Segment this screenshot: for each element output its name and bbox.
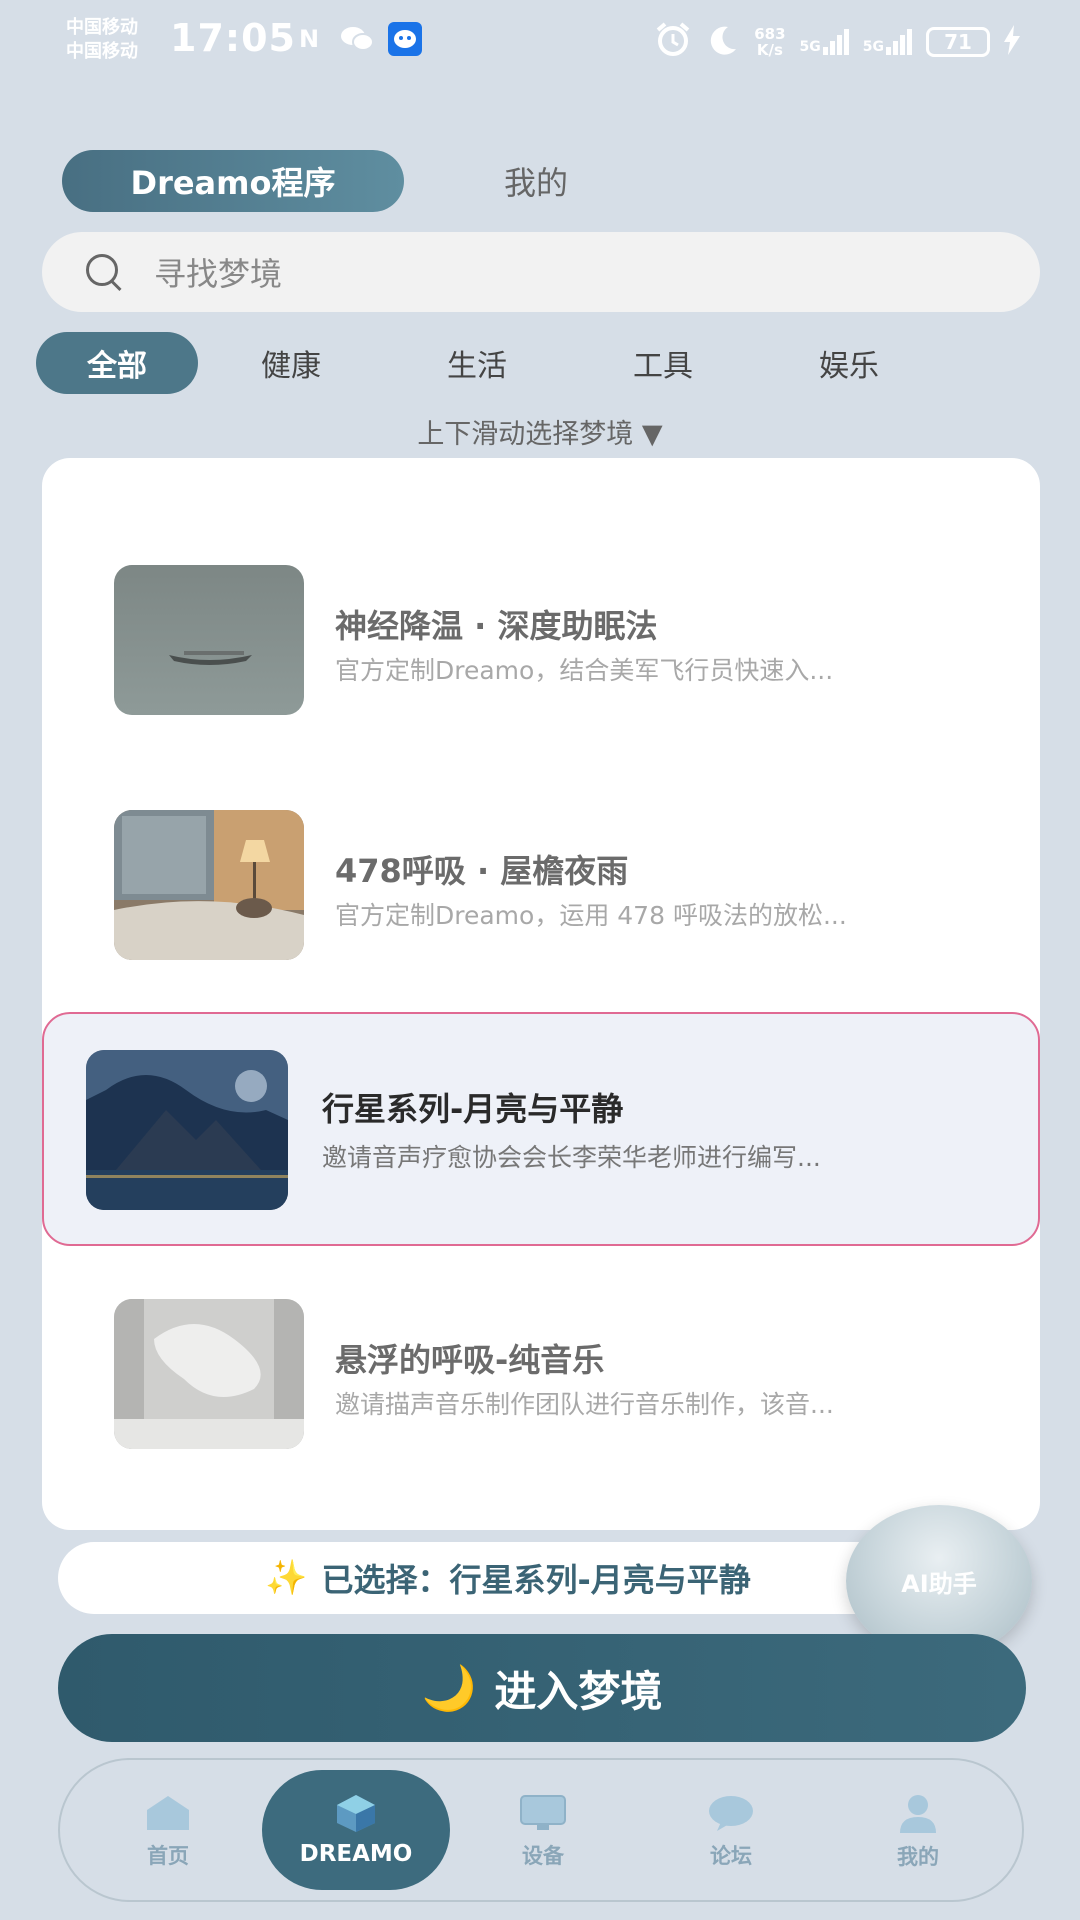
dream-thumbnail-bedroom <box>114 810 304 960</box>
nav-dreamo-label: DREAMO <box>299 1841 413 1867</box>
dream-description: 官方定制Dreamo，结合美军飞行员快速入... <box>335 656 834 685</box>
moon-icon: 🌙 <box>421 1663 477 1714</box>
dream-item-1[interactable]: 神经降温 · 深度助眠法 官方定制Dreamo，结合美军飞行员快速入... <box>42 565 1040 715</box>
category-tabs: 全部 健康 生活 工具 娱乐 <box>36 332 942 394</box>
category-all[interactable]: 全部 <box>36 332 198 394</box>
clock: 17:05 <box>170 16 296 60</box>
nav-device-label: 设备 <box>522 1844 564 1868</box>
app-notification-icon <box>388 22 422 56</box>
dream-title: 478呼吸 · 屋檐夜雨 <box>335 852 629 890</box>
status-bar: 中国移动 中国移动 17:05 N 683 K/s 5G 5G 71 <box>0 0 1080 80</box>
battery-icon: 71 <box>926 27 990 57</box>
signal-icon-2: 5G <box>863 29 912 55</box>
dream-list[interactable]: 神经降温 · 深度助眠法 官方定制Dreamo，结合美军飞行员快速入... 47… <box>42 458 1040 1530</box>
tab-mine[interactable]: 我的 <box>504 158 568 204</box>
bottom-nav: 首页 DREAMO 设备 论坛 我的 <box>58 1758 1024 1902</box>
monitor-icon <box>520 1795 566 1830</box>
category-health[interactable]: 健康 <box>198 341 384 385</box>
enter-dream-button[interactable]: 🌙 进入梦境 <box>58 1634 1026 1742</box>
sparkles-icon: ✨ <box>265 1558 308 1598</box>
dream-thumbnail-moon <box>86 1050 288 1210</box>
wechat-icon <box>340 22 374 56</box>
nav-device[interactable]: 设备 <box>468 1760 618 1904</box>
dream-item-4[interactable]: 悬浮的呼吸-纯音乐 邀请描声音乐制作团队进行音乐制作，该音... <box>42 1299 1040 1449</box>
nav-forum-label: 论坛 <box>710 1844 752 1868</box>
dream-thumbnail-boat <box>114 565 304 715</box>
dream-description: 官方定制Dreamo，运用 478 呼吸法的放松... <box>335 901 847 930</box>
dream-description: 邀请描声音乐制作团队进行音乐制作，该音... <box>335 1390 834 1419</box>
search-bar[interactable]: 寻找梦境 <box>42 232 1040 312</box>
dream-title: 神经降温 · 深度助眠法 <box>335 607 658 645</box>
category-tools[interactable]: 工具 <box>570 341 756 385</box>
selected-dream-text: 已选择：行星系列-月亮与平静 <box>321 1561 751 1599</box>
dream-item-2[interactable]: 478呼吸 · 屋檐夜雨 官方定制Dreamo，运用 478 呼吸法的放松... <box>42 810 1040 960</box>
dream-thumbnail-smoke <box>114 1299 304 1449</box>
user-icon <box>900 1795 936 1833</box>
carrier-2: 中国移动 <box>66 41 138 62</box>
carrier-labels: 中国移动 中国移动 <box>66 16 138 64</box>
dream-title: 悬浮的呼吸-纯音乐 <box>335 1341 605 1379</box>
home-icon <box>147 1796 189 1830</box>
nav-mine-label: 我的 <box>897 1845 939 1869</box>
scroll-hint: 上下滑动选择梦境 ▼ <box>417 419 663 450</box>
category-entertainment[interactable]: 娱乐 <box>756 341 942 385</box>
cube-icon <box>337 1795 375 1832</box>
moon-status-icon <box>706 23 740 61</box>
nav-mine[interactable]: 我的 <box>843 1760 993 1904</box>
signal-icon-1: 5G <box>800 29 849 55</box>
nav-home-label: 首页 <box>147 1844 189 1868</box>
dream-title: 行星系列-月亮与平静 <box>322 1090 624 1128</box>
tab-dreamo-programs[interactable]: Dreamo程序 <box>62 150 404 212</box>
enter-dream-label: 进入梦境 <box>494 1666 663 1716</box>
nav-dreamo[interactable]: DREAMO <box>262 1770 450 1890</box>
charging-icon <box>1004 25 1020 59</box>
dream-description: 邀请音声疗愈协会会长李荣华老师进行编写... <box>322 1143 821 1172</box>
chat-bubble-icon <box>709 1796 753 1831</box>
selected-dream-bar: ✨ 已选择：行星系列-月亮与平静 <box>58 1542 958 1614</box>
category-life[interactable]: 生活 <box>384 341 570 385</box>
nfc-icon: N <box>298 25 320 53</box>
alarm-icon <box>654 22 692 62</box>
nav-forum[interactable]: 论坛 <box>656 1760 806 1904</box>
network-speed: 683 K/s <box>754 25 786 59</box>
search-input[interactable]: 寻找梦境 <box>154 249 282 295</box>
ai-assistant-label: AI助手 <box>901 1569 977 1598</box>
nav-home[interactable]: 首页 <box>93 1760 243 1904</box>
top-tabs: Dreamo程序 我的 <box>62 150 568 212</box>
search-icon <box>84 252 124 292</box>
dream-item-3-selected[interactable]: 行星系列-月亮与平静 邀请音声疗愈协会会长李荣华老师进行编写... <box>42 1012 1040 1246</box>
carrier-1: 中国移动 <box>66 17 138 38</box>
